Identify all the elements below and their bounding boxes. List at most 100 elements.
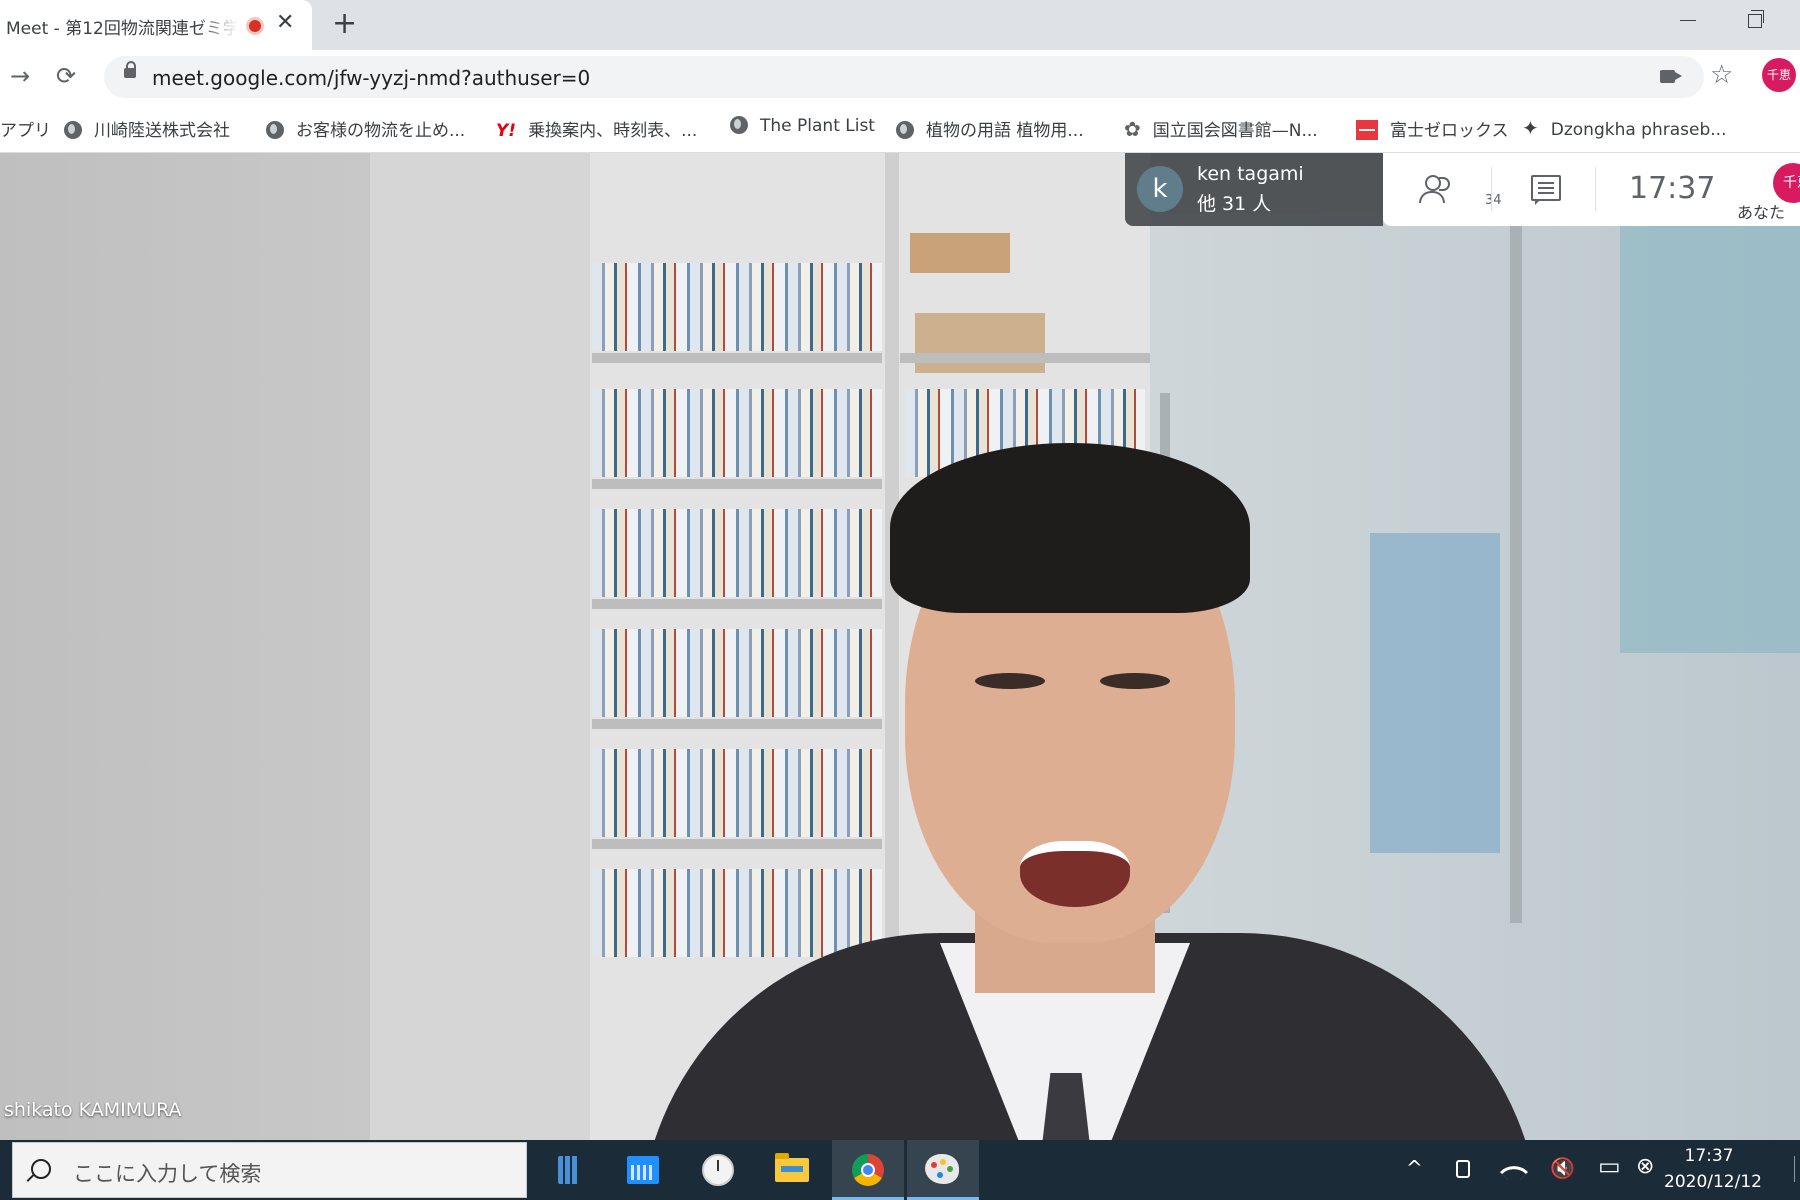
speaker-others-count: 他 31 人	[1197, 193, 1272, 215]
cabinet-teal-panel	[1620, 213, 1800, 653]
book-row	[592, 263, 882, 351]
taskbar-chrome[interactable]	[832, 1140, 904, 1200]
shelf-board	[592, 479, 882, 489]
bookmark-label: Dzongkha phraseb...	[1550, 120, 1727, 140]
speaker-name: ken tagami	[1197, 163, 1304, 185]
book-row	[592, 629, 882, 717]
bookmark-plant-terms[interactable]: 植物の用語 植物用...	[896, 116, 1084, 141]
folder-icon	[775, 1153, 809, 1182]
bookmark-label: 植物の用語 植物用...	[926, 121, 1084, 141]
person-eye	[1100, 673, 1170, 689]
bookmark-fujixerox[interactable]: 富士ゼロックス	[1356, 116, 1509, 141]
book-row	[592, 389, 882, 477]
shelf-board	[592, 353, 882, 363]
globe-icon	[266, 121, 284, 139]
bookmark-label: 川崎陸送株式会社	[94, 121, 230, 141]
new-tab-button[interactable]: +	[332, 6, 357, 41]
globe-icon	[64, 121, 82, 139]
url-text[interactable]: meet.google.com/jfw-yyzj-nmd?authuser=0	[152, 66, 590, 90]
chat-icon[interactable]	[1531, 175, 1561, 205]
bookmark-ndl[interactable]: ✿ 国立国会図書館—N...	[1124, 116, 1318, 141]
bookmark-label: 乗換案内、時刻表、...	[528, 121, 698, 141]
bookmark-apps[interactable]: アプリ	[0, 116, 51, 141]
chrome-icon	[852, 1154, 884, 1186]
search-icon	[31, 1159, 51, 1179]
windows-taskbar: ここに入力して検索 ^ 🔇 ▭ ⊗ 17:37 2020/12/12	[0, 1140, 1800, 1200]
show-desktop-button[interactable]	[1794, 1156, 1795, 1182]
tab-close-icon[interactable]: ✕	[276, 10, 294, 35]
person-hair	[890, 443, 1250, 613]
bookmark-star-icon[interactable]: ☆	[1710, 60, 1733, 90]
wifi-icon[interactable]	[1499, 1157, 1529, 1187]
forward-icon[interactable]: →	[10, 62, 30, 90]
wall-panel	[370, 153, 590, 1140]
taskbar-calculator[interactable]	[532, 1140, 604, 1200]
video-feed: shikato KAMIMURA k ken tagami 他 31 人 34 …	[0, 153, 1800, 1140]
book-row	[592, 749, 882, 837]
battery-icon[interactable]: ▭	[1598, 1152, 1621, 1180]
shelf-board	[592, 599, 882, 609]
bookmark-logistics[interactable]: お客様の物流を止め...	[266, 116, 465, 141]
tab-meet[interactable]: Meet - 第12回物流関連ゼミ学 ✕	[0, 0, 312, 50]
bookmark-label: The Plant List	[760, 116, 875, 136]
search-placeholder: ここに入力して検索	[73, 1162, 262, 1186]
shelf-board	[592, 719, 882, 729]
bookmark-kawasaki[interactable]: 川崎陸送株式会社	[64, 116, 230, 141]
taskbar-file-explorer[interactable]	[757, 1140, 829, 1200]
cabinet-blue-binders	[1370, 533, 1500, 853]
bookmark-label: アプリ	[0, 121, 51, 141]
globe-icon	[896, 121, 914, 139]
self-avatar[interactable]: 千恵	[1773, 163, 1800, 203]
minimize-icon[interactable]	[1680, 10, 1696, 30]
restore-icon[interactable]	[1748, 10, 1764, 28]
cabinet-frame	[1510, 223, 1522, 923]
book-row	[592, 869, 882, 957]
lock-icon[interactable]	[124, 61, 136, 78]
tray-time[interactable]: 17:37	[1664, 1146, 1754, 1166]
browser-toolbar: → ⟳ meet.google.com/jfw-yyzj-nmd?authuse…	[0, 50, 1800, 104]
taskbar-calendar[interactable]	[607, 1140, 679, 1200]
bookmark-label: お客様の物流を止め...	[296, 121, 466, 141]
yahoo-icon: Y!	[496, 121, 517, 141]
tab-strip: Meet - 第12回物流関連ゼミ学 ✕ +	[0, 0, 1800, 50]
fujixerox-icon	[1356, 120, 1378, 140]
bookmark-transit[interactable]: Y! 乗換案内、時刻表、...	[496, 116, 697, 141]
book-row	[592, 509, 882, 597]
bookmark-plant-list[interactable]: The Plant List	[730, 116, 875, 136]
reload-icon[interactable]: ⟳	[56, 62, 76, 90]
recording-indicator-icon	[246, 17, 264, 35]
shelf-board	[592, 839, 882, 849]
person-mouth	[1020, 841, 1130, 907]
self-label: あなた	[1737, 203, 1786, 222]
person-eye	[975, 673, 1045, 689]
tray-chevron-icon[interactable]: ^	[1406, 1156, 1423, 1180]
taskbar-search-input[interactable]: ここに入力して検索	[12, 1142, 527, 1198]
divider	[1491, 167, 1492, 211]
participant-name-tag: shikato KAMIMURA	[4, 1099, 182, 1121]
wall-left	[0, 153, 370, 1140]
shelf-board	[900, 353, 1150, 363]
camera-icon[interactable]	[1660, 70, 1682, 83]
meet-top-bar: 34 17:37 千恵 あなた	[1383, 153, 1800, 226]
globe-icon	[730, 116, 748, 134]
taskbar-paint[interactable]	[907, 1140, 979, 1200]
active-speaker-chip[interactable]: k ken tagami 他 31 人	[1125, 153, 1383, 226]
cardboard-box	[915, 313, 1045, 373]
tray-device-icon[interactable]	[1456, 1160, 1470, 1178]
profile-avatar[interactable]: 千恵	[1762, 58, 1796, 92]
divider	[1595, 167, 1596, 211]
cardboard-box	[910, 233, 1010, 273]
calendar-icon	[627, 1156, 659, 1184]
meeting-clock: 17:37	[1629, 171, 1716, 206]
calculator-icon	[558, 1156, 578, 1184]
bookmark-dzongkha[interactable]: ✦ Dzongkha phraseb...	[1522, 116, 1726, 140]
volume-muted-icon[interactable]: 🔇	[1550, 1156, 1575, 1180]
spark-icon: ✦	[1522, 116, 1539, 140]
people-icon[interactable]: 34	[1419, 175, 1502, 208]
address-bar[interactable]: meet.google.com/jfw-yyzj-nmd?authuser=0 …	[104, 56, 1733, 98]
tray-date[interactable]: 2020/12/12	[1664, 1172, 1762, 1192]
bookmark-label: 国立国会図書館—N...	[1152, 121, 1318, 141]
taskbar-alarms[interactable]	[682, 1140, 754, 1200]
tray-close-icon[interactable]: ⊗	[1636, 1154, 1654, 1179]
flower-icon: ✿	[1124, 117, 1141, 141]
